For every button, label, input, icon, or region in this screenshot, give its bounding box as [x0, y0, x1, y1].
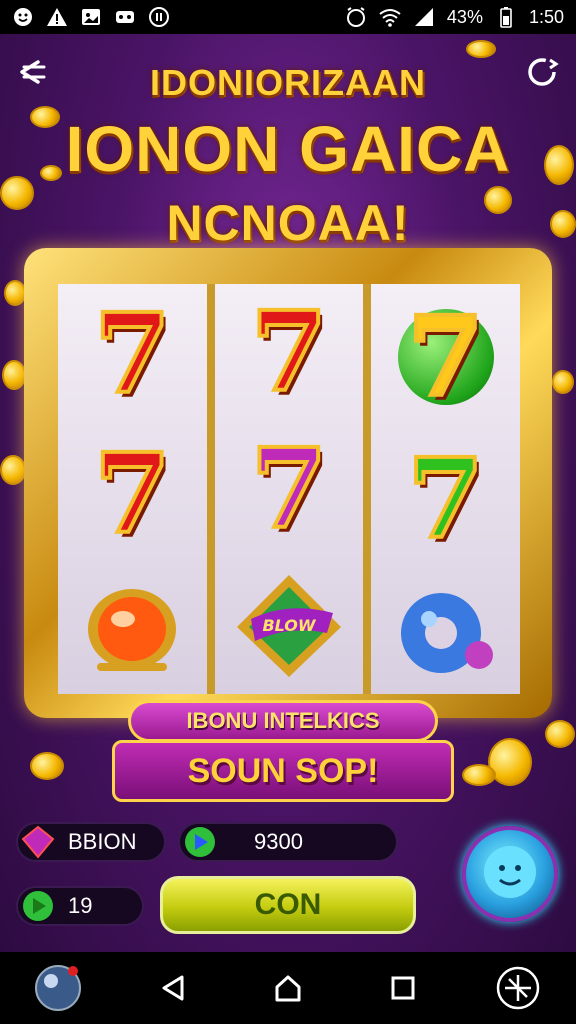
yellow-seven-glyph: 7 — [405, 292, 486, 422]
clock: 1:50 — [528, 6, 564, 27]
recents-square-icon — [391, 976, 415, 1000]
coin-decoration — [462, 764, 496, 786]
nav-recents-button[interactable] — [375, 960, 431, 1016]
coin-decoration — [4, 280, 26, 306]
red-seven-symbol: 7 — [92, 289, 173, 418]
level-display: 19 — [16, 886, 144, 926]
coin-decoration — [30, 752, 64, 780]
orb-app-icon — [34, 965, 81, 1011]
spin-stop-button[interactable]: SOUN SOP! — [112, 740, 454, 802]
reel-1: 7 7 — [58, 284, 207, 694]
pinwheel-icon — [497, 966, 540, 1010]
emoji-notification-icon — [12, 6, 34, 28]
alarm-icon — [345, 6, 367, 28]
gems-balance: BBION — [16, 822, 166, 862]
smiley-mascot-icon — [484, 846, 536, 898]
signal-icon — [413, 6, 435, 28]
image-notification-icon — [80, 6, 102, 28]
blue-ring-icon — [400, 592, 493, 673]
pause-notification-icon — [148, 6, 170, 28]
coin-decoration — [552, 370, 574, 394]
back-triangle-icon — [162, 975, 184, 1001]
coins-value: 9300 — [254, 829, 303, 854]
yellow-seven-symbol: 7 — [386, 297, 506, 417]
coin-action-button[interactable]: CON — [160, 876, 416, 934]
coin-decoration — [0, 455, 26, 485]
orange-gem-icon — [88, 589, 177, 671]
nav-extra-button[interactable] — [490, 960, 546, 1016]
status-left — [12, 6, 170, 28]
bonus-emblem-text: BLOW — [262, 616, 316, 635]
level-value: 19 — [68, 893, 93, 918]
purple-gem-icon — [20, 824, 56, 860]
reel-2: 7 7 BLOW — [214, 284, 364, 694]
coin-decoration — [2, 360, 26, 390]
mascot-button[interactable] — [462, 826, 558, 922]
alert-notification-icon — [46, 6, 68, 28]
title-line-1: IDONIORIZAAN — [150, 62, 426, 103]
nav-home-button[interactable] — [260, 960, 316, 1016]
green-seven-symbol: 7 — [405, 433, 486, 563]
pink-seven-symbol: 7 — [249, 423, 330, 553]
status-bar: 43% 1:50 — [0, 0, 576, 34]
green-play-icon — [20, 888, 56, 924]
bonus-emblem-icon: BLOW — [237, 574, 341, 677]
red-seven-symbol: 7 — [92, 429, 173, 558]
coins-balance: 9300 — [178, 822, 398, 862]
bonus-banner: IBONU INTELKICS — [128, 700, 438, 742]
status-right: 43% 1:50 — [345, 6, 564, 28]
header: IDONIORIZAAN IONON GAICA NCNOAA! — [0, 34, 576, 264]
coin-decoration — [545, 720, 575, 748]
app-shortcut-button[interactable] — [30, 960, 86, 1016]
red-seven-symbol: 7 — [249, 287, 330, 417]
gems-label: BBION — [68, 829, 137, 854]
battery-icon — [495, 6, 517, 28]
title-line-3: NCNOAA! — [166, 195, 410, 251]
home-icon — [275, 975, 301, 1002]
reel-3: 7 7 — [371, 284, 521, 694]
reels[interactable]: 7 7 7 7 BLOW 7 7 — [58, 284, 521, 694]
green-arrow-icon — [182, 824, 218, 860]
game-notification-icon — [114, 6, 136, 28]
battery-percent: 43% — [446, 6, 483, 27]
nav-back-button[interactable] — [145, 960, 201, 1016]
wifi-icon — [379, 6, 401, 28]
navigation-bar — [0, 952, 576, 1024]
title-line-2: IONON GAICA — [65, 113, 511, 185]
